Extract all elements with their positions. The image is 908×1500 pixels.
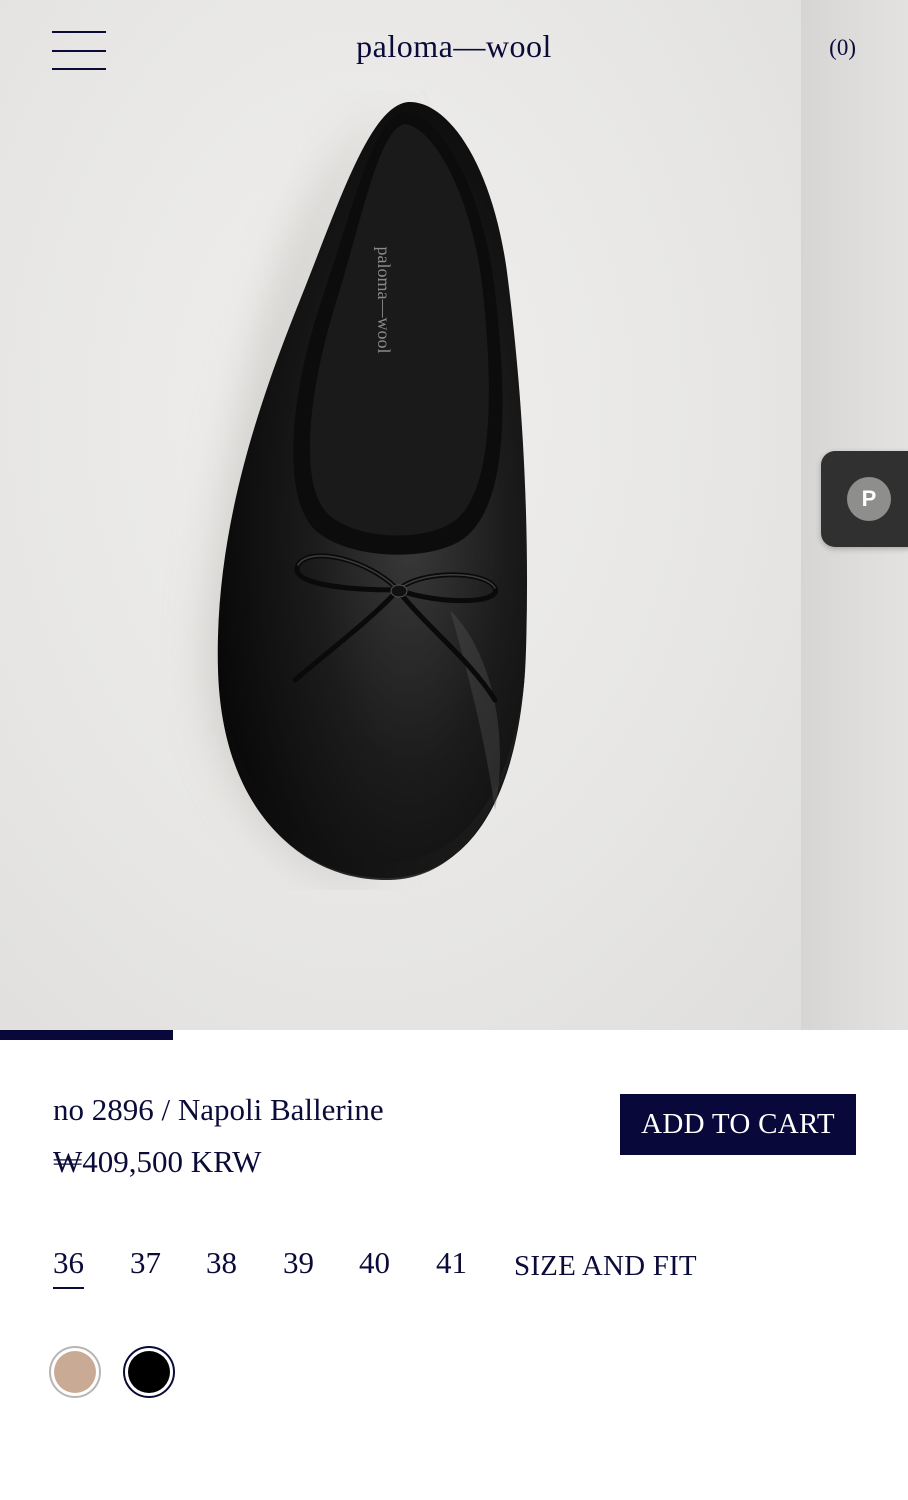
size-option-40[interactable]: 40 <box>359 1245 390 1287</box>
insole-logo-text: paloma—wool <box>374 247 394 354</box>
color-swatch-black[interactable] <box>123 1346 175 1398</box>
product-image-current[interactable]: paloma—wool <box>0 0 801 1030</box>
size-option-38[interactable]: 38 <box>206 1245 237 1287</box>
size-option-41[interactable]: 41 <box>436 1245 467 1287</box>
hamburger-menu-icon-line <box>52 50 106 52</box>
product-price: ₩409,500 KRW <box>53 1144 262 1179</box>
size-and-fit-link[interactable]: SIZE AND FIT <box>514 1250 697 1283</box>
ballerina-shoe-image: paloma—wool <box>207 101 528 881</box>
product-page: paloma—wool paloma—wool (0) P no 2896 / … <box>0 0 908 1500</box>
menu-button[interactable] <box>52 31 106 71</box>
hamburger-menu-icon-line <box>52 68 106 70</box>
cart-button[interactable]: (0) <box>829 35 856 61</box>
add-to-cart-button[interactable]: ADD TO CART <box>620 1094 856 1155</box>
floating-chat-widget[interactable]: P <box>821 451 908 547</box>
size-option-39[interactable]: 39 <box>283 1245 314 1287</box>
brand-logo[interactable]: paloma—wool <box>356 28 552 64</box>
size-option-37[interactable]: 37 <box>130 1245 161 1287</box>
color-swatch-beige[interactable] <box>49 1346 101 1398</box>
widget-letter-icon: P <box>847 477 891 521</box>
gallery-progress-indicator <box>0 1030 173 1040</box>
size-option-36[interactable]: 36 <box>53 1245 84 1289</box>
hamburger-menu-icon <box>52 31 106 33</box>
product-image-gallery[interactable]: paloma—wool <box>0 0 908 1030</box>
color-swatch-beige-fill <box>54 1351 96 1393</box>
color-swatch-black-fill <box>128 1351 170 1393</box>
product-name: no 2896 / Napoli Ballerine <box>53 1092 384 1127</box>
